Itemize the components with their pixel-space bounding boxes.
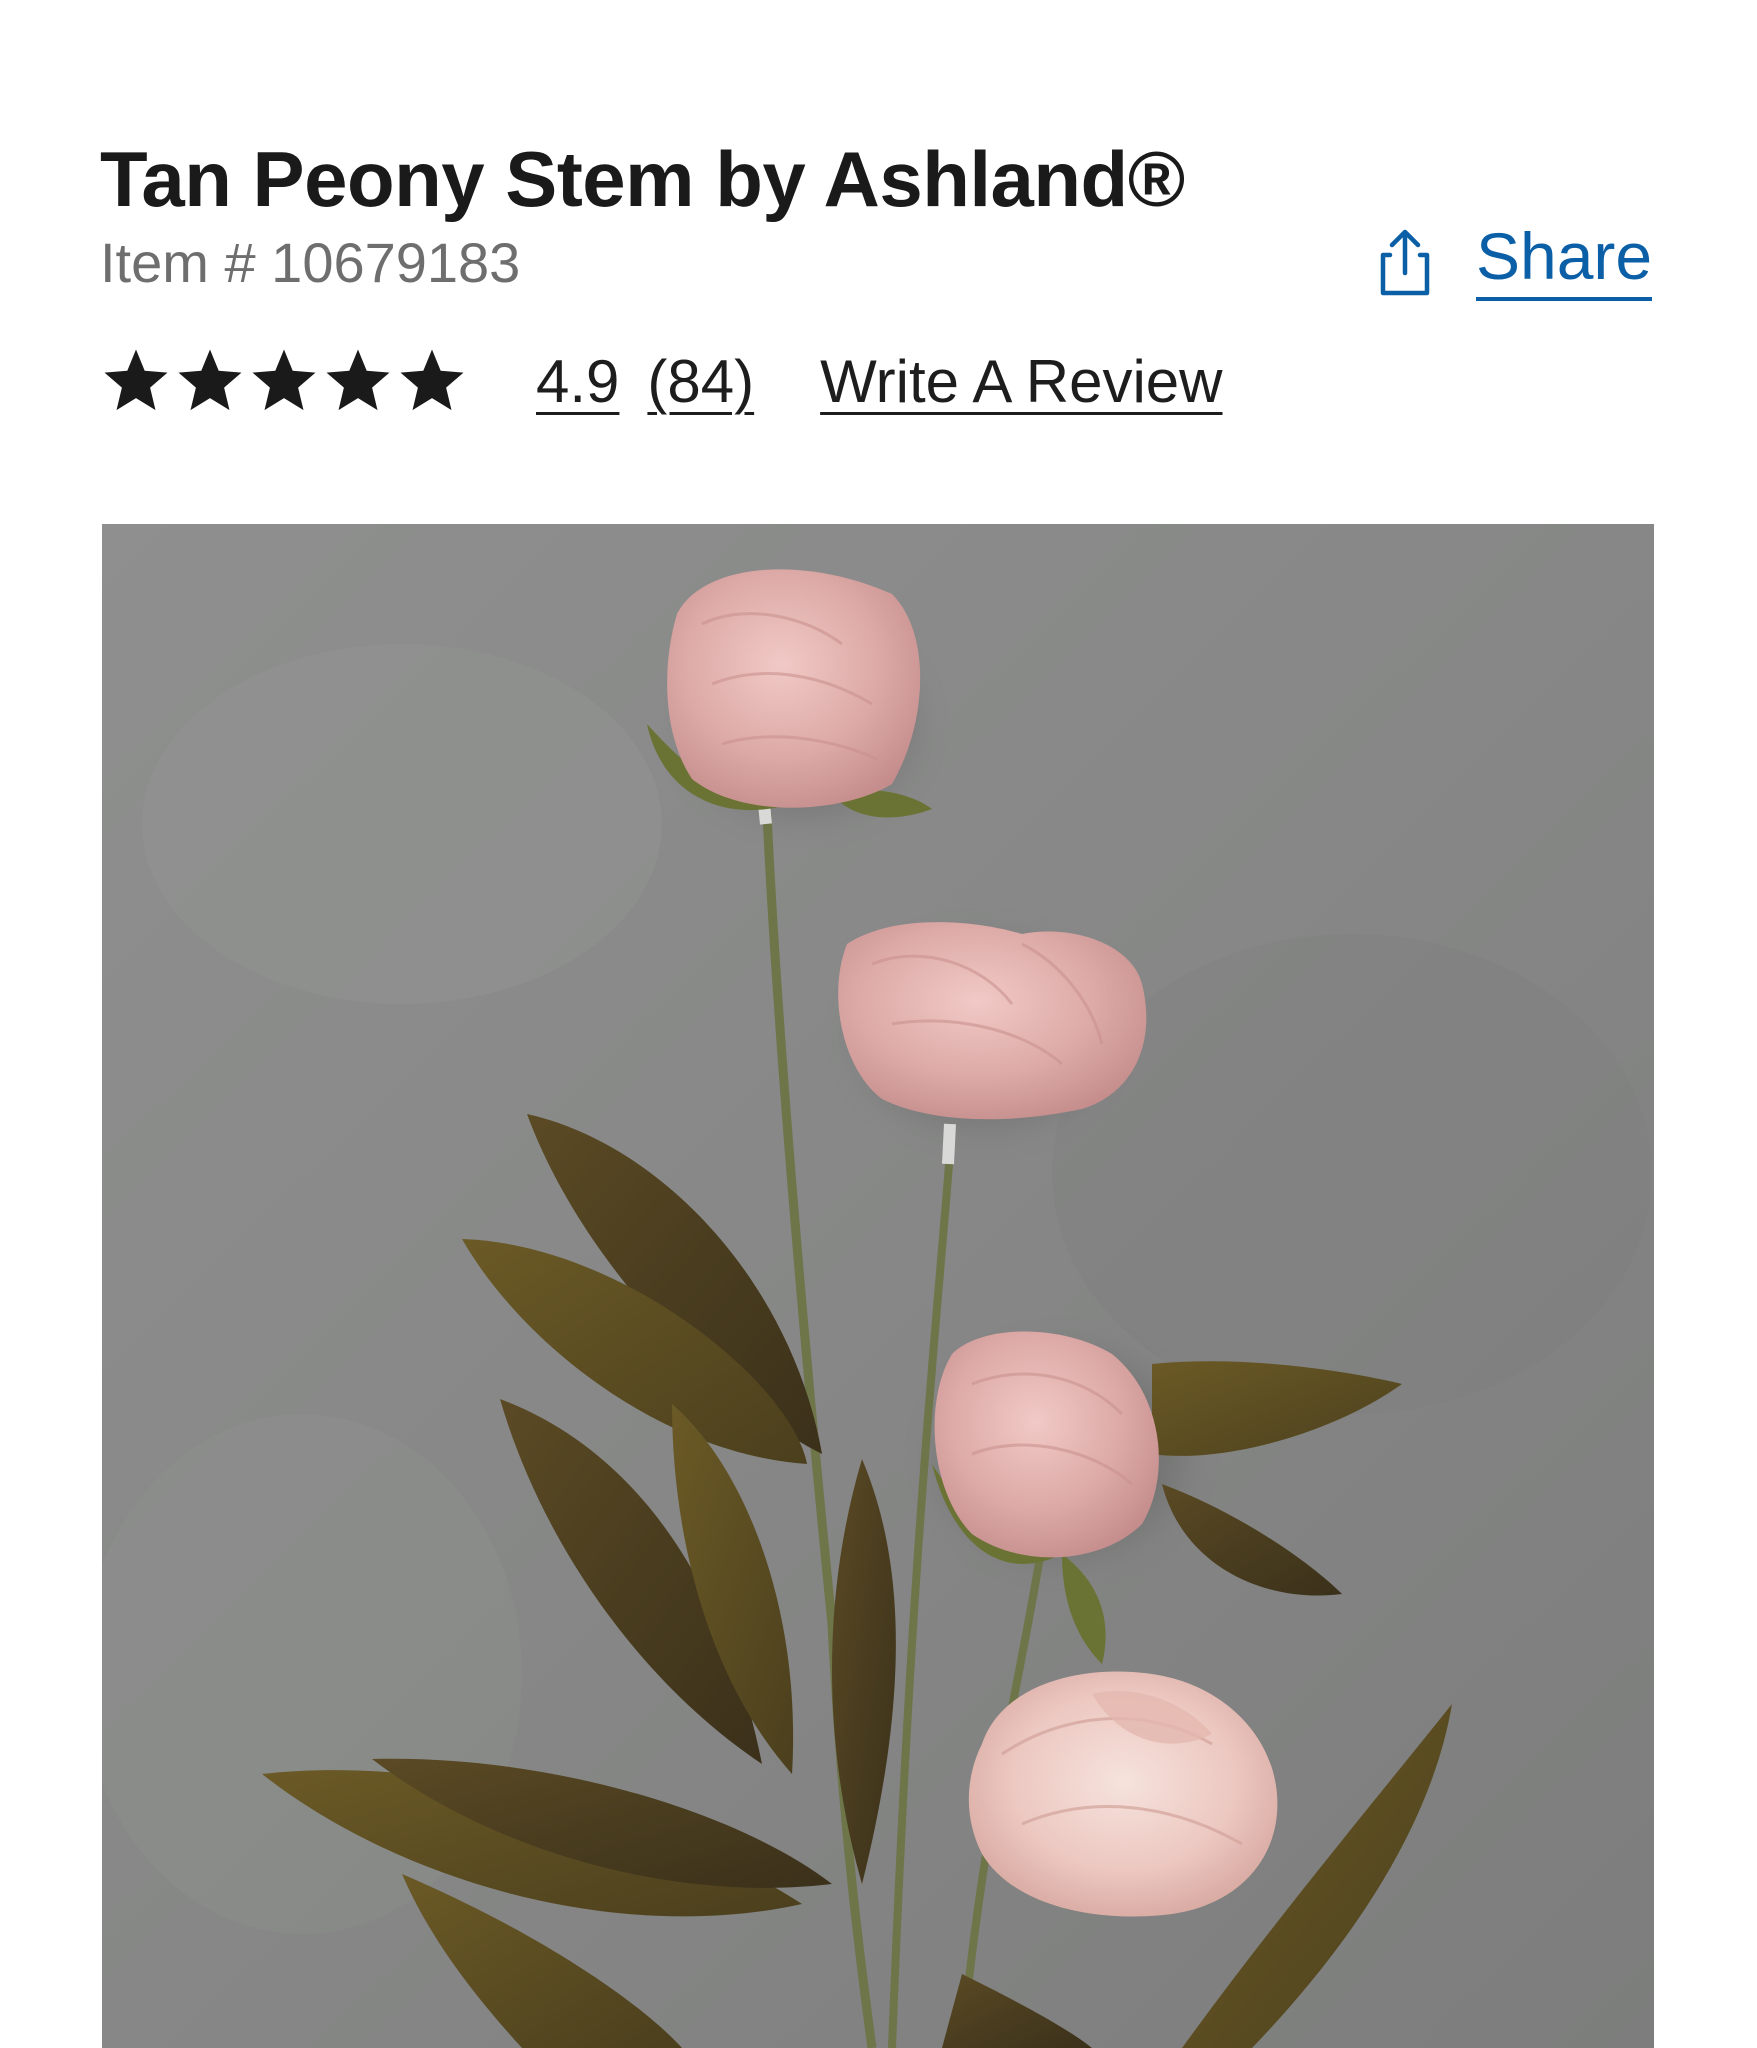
- star-icon: [104, 349, 168, 411]
- write-review-link[interactable]: Write A Review: [820, 347, 1222, 416]
- share-button[interactable]: Share: [1378, 221, 1653, 302]
- review-count-link[interactable]: (84): [647, 347, 754, 416]
- peony-photo: [102, 524, 1654, 2048]
- share-label: Share: [1476, 221, 1653, 302]
- star-icon: [400, 349, 464, 411]
- star-icon: [326, 349, 390, 411]
- rating-row: 4.9 (84) Write A Review: [100, 336, 1223, 426]
- star-icon: [178, 349, 242, 411]
- item-number: Item # 10679183: [100, 231, 521, 294]
- share-icon: [1380, 229, 1430, 295]
- star-icon: [252, 349, 316, 411]
- rating-value-link[interactable]: 4.9: [536, 347, 619, 416]
- product-image[interactable]: [102, 524, 1654, 2048]
- product-title: Tan Peony Stem by Ashland®: [100, 135, 1185, 224]
- star-rating[interactable]: [100, 345, 468, 417]
